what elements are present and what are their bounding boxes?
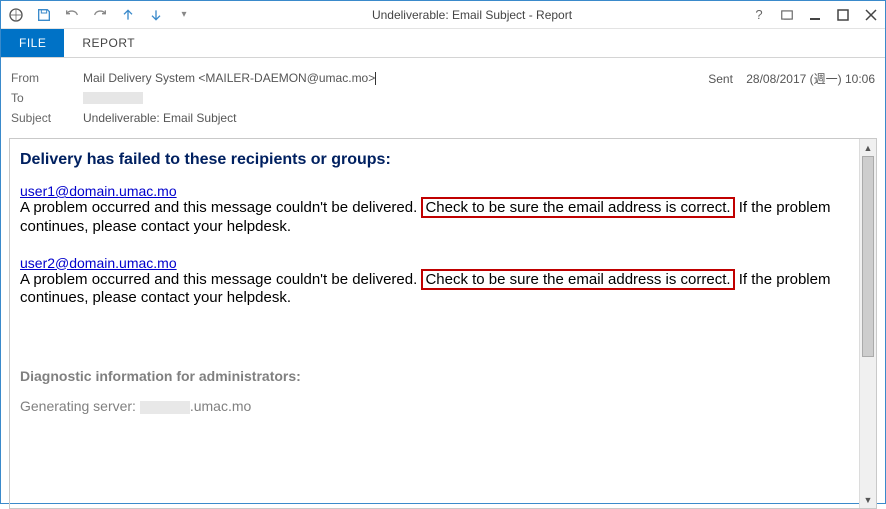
quick-access-toolbar: ▾ (5, 4, 195, 26)
generating-server-line: Generating server: .umac.mo (20, 398, 848, 414)
qat-customize-icon[interactable]: ▾ (173, 4, 195, 26)
text-cursor (375, 72, 376, 85)
previous-item-icon[interactable] (117, 4, 139, 26)
window-title: Undeliverable: Email Subject - Report (195, 8, 749, 22)
maximize-button[interactable] (833, 5, 853, 25)
diagnostic-heading: Diagnostic information for administrator… (20, 368, 848, 384)
message-body-panel: Delivery has failed to these recipients … (9, 138, 877, 509)
scroll-down-arrow-icon[interactable]: ▼ (860, 491, 876, 508)
undo-icon[interactable] (61, 4, 83, 26)
error-text-before: A problem occurred and this message coul… (20, 199, 417, 216)
sent-label: Sent (708, 72, 733, 86)
from-label: From (11, 71, 83, 85)
server-name-redacted (140, 401, 190, 414)
ribbon-display-icon[interactable] (777, 5, 797, 25)
scroll-thumb[interactable] (862, 156, 874, 357)
message-body: Delivery has failed to these recipients … (10, 139, 858, 508)
to-value-redacted (83, 92, 143, 104)
help-icon[interactable]: ? (749, 5, 769, 25)
error-highlight-box: Check to be sure the email address is co… (421, 269, 734, 290)
failure-heading: Delivery has failed to these recipients … (20, 151, 848, 169)
from-value: Mail Delivery System <MAILER-DAEMON@umac… (83, 71, 375, 85)
to-label: To (11, 91, 83, 105)
subject-label: Subject (11, 111, 83, 125)
subject-value: Undeliverable: Email Subject (83, 111, 236, 125)
error-text-before: A problem occurred and this message coul… (20, 271, 417, 288)
close-button[interactable] (861, 5, 881, 25)
next-item-icon[interactable] (145, 4, 167, 26)
generating-server-label: Generating server: (20, 398, 140, 414)
scroll-track[interactable] (860, 156, 876, 491)
error-highlight-box: Check to be sure the email address is co… (421, 197, 734, 218)
window-controls: ? (749, 5, 881, 25)
message-header: From Mail Delivery System <MAILER-DAEMON… (1, 58, 885, 134)
minimize-button[interactable] (805, 5, 825, 25)
error-message: A problem occurred and this message coul… (20, 199, 848, 237)
server-suffix: .umac.mo (190, 398, 251, 414)
tab-report[interactable]: REPORT (64, 29, 153, 57)
tab-file[interactable]: FILE (1, 29, 64, 57)
scroll-up-arrow-icon[interactable]: ▲ (860, 139, 876, 156)
save-icon[interactable] (33, 4, 55, 26)
redo-icon[interactable] (89, 4, 111, 26)
error-message: A problem occurred and this message coul… (20, 271, 848, 309)
ribbon-tabs: FILE REPORT (1, 29, 885, 58)
vertical-scrollbar[interactable]: ▲ ▼ (859, 139, 876, 508)
sent-info: Sent 28/08/2017 (週一) 10:06 (708, 70, 875, 87)
sent-value: 28/08/2017 (週一) 10:06 (746, 72, 875, 86)
title-bar: ▾ Undeliverable: Email Subject - Report … (1, 1, 885, 29)
app-icon (5, 4, 27, 26)
